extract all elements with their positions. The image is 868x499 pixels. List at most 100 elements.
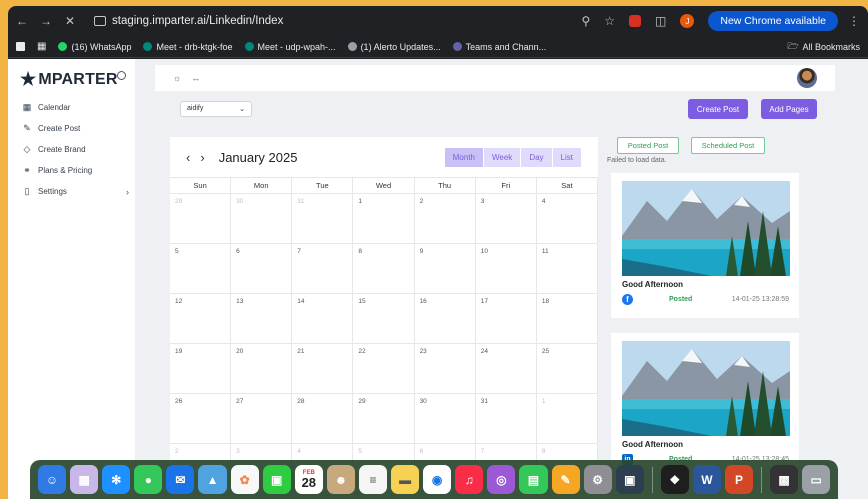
word-icon[interactable]: W [692,465,721,494]
add-pages-button[interactable]: Add Pages [761,99,817,119]
translate-icon[interactable]: ↔ [191,73,200,83]
profile-avatar[interactable]: J [680,14,695,28]
post-card[interactable]: Good Afternoon in Posted 14-01-25 13:28:… [611,333,799,473]
figma-icon[interactable]: ❖ [660,465,689,494]
sidebar-item-settings[interactable]: ▯ Settings › [22,181,129,202]
calendar-day[interactable]: 5 [170,244,232,293]
calendar-day[interactable]: 18 [537,294,598,343]
calendar-day[interactable]: 6 [231,244,293,293]
mail-icon[interactable]: ✉ [166,465,195,494]
app-logo[interactable]: ★ MPARTER [8,59,135,90]
prev-month-icon[interactable]: ‹ [186,150,190,165]
brand-select[interactable]: aidify ⌄ [180,101,252,117]
bookmark-whatsapp[interactable]: (16) WhatsApp [58,42,131,52]
calendar-day[interactable]: 21 [292,344,354,393]
reminders-icon[interactable]: ≡ [358,465,388,494]
calendar-day[interactable]: 15 [353,294,415,343]
calendar-day[interactable]: 16 [415,294,476,343]
pages-icon[interactable]: ✎ [551,465,580,494]
forward-icon[interactable]: → [38,14,54,28]
calendar-day[interactable]: 7 [292,244,354,293]
calendar-day[interactable]: 14 [292,294,354,343]
chrome-icon[interactable]: ◉ [423,465,452,494]
numbers-icon[interactable]: ▤ [519,465,548,494]
create-post-button[interactable]: Create Post [688,99,748,119]
tab-posted-post[interactable]: Posted Post [617,137,679,154]
calendar-day[interactable]: 27 [231,394,293,443]
contacts-icon[interactable]: ☻ [326,465,355,494]
calendar-day[interactable]: 22 [353,344,415,393]
view-month-button[interactable]: Month [444,147,484,167]
calendar-day[interactable]: 9 [415,244,476,293]
bookmark-meet-1[interactable]: Meet - drb-ktgk-foe [143,42,233,52]
tab-scheduled-post[interactable]: Scheduled Post [691,137,765,154]
calendar-app-icon[interactable]: FEB 28 [294,465,323,494]
sidebar-item-create-brand[interactable]: ◇ Create Brand [22,139,129,160]
safari-icon[interactable]: ✻ [102,465,131,494]
sidebar-item-calendar[interactable]: ▦ Calendar [22,97,129,118]
finder-icon[interactable]: ☺ [38,465,67,494]
photos-icon[interactable]: ✿ [230,465,259,494]
calendar-day[interactable]: 20 [231,344,293,393]
bookmark-teams[interactable]: Teams and Chann... [452,42,546,52]
calendar-day[interactable]: 3 [476,194,537,243]
all-bookmarks[interactable]: 🗁 All Bookmarks [787,39,860,55]
calendar-day[interactable]: 23 [415,344,476,393]
trash-icon[interactable]: ▭ [802,465,831,494]
messages-icon[interactable]: ● [134,465,163,494]
puzzle-icon[interactable]: ◫ [655,14,666,28]
calendar-day[interactable]: 30 [415,394,476,443]
calendar-day[interactable]: 8 [353,244,415,293]
theme-toggle-icon[interactable]: ☼ [173,73,181,83]
calendar-day[interactable]: 19 [170,344,232,393]
url-bar[interactable]: staging.imparter.ai/Linkedin/Index [86,10,573,32]
site-info-icon[interactable] [94,16,106,26]
sidebar-toggle-icon[interactable] [16,42,25,51]
preview-icon[interactable]: ▣ [615,465,644,494]
extension-icon[interactable] [629,15,642,27]
menu-icon[interactable]: ⋮ [846,14,862,28]
calendar-day[interactable]: 30 [231,194,293,243]
calendar-day[interactable]: 13 [231,294,293,343]
launchpad-icon[interactable]: ▦ [70,465,99,494]
notes-icon[interactable]: ▬ [391,465,420,494]
apps-icon[interactable]: ▦ [37,41,46,52]
close-load-icon[interactable]: ✕ [62,14,78,28]
calendar-day[interactable]: 24 [476,344,537,393]
calendar-day[interactable]: 12 [170,294,232,343]
podcasts-icon[interactable]: ◎ [487,465,516,494]
maps-icon[interactable]: ▲ [198,465,227,494]
settings-icon[interactable]: ⚙ [583,465,612,494]
sidebar-item-plans-pricing[interactable]: ⚭ Plans & Pricing [22,160,129,181]
calendar-day[interactable]: 28 [292,394,354,443]
calendar-day[interactable]: 26 [170,394,232,443]
next-month-icon[interactable]: › [200,150,204,165]
calendar-day[interactable]: 1 [537,394,598,443]
calendar-day[interactable]: 4 [537,194,598,243]
calendar-day[interactable]: 10 [476,244,537,293]
user-avatar[interactable] [797,68,817,88]
zoom-icon[interactable]: ⚲ [581,14,590,28]
calendar-day[interactable]: 31 [476,394,537,443]
sidebar-item-create-post[interactable]: ✎ Create Post [22,118,129,139]
bookmark-meet-2[interactable]: Meet - udp-wpah-... [244,42,336,52]
calendar-day[interactable]: 29 [170,194,232,243]
calendar-day[interactable]: 25 [537,344,598,393]
powerpoint-icon[interactable]: P [724,465,754,494]
sidebar-collapse-icon[interactable] [117,71,126,80]
back-icon[interactable]: ← [14,14,30,28]
calendar-day[interactable]: 2 [415,194,476,243]
view-list-button[interactable]: List [552,147,582,167]
calendar-day[interactable]: 11 [537,244,598,293]
music-icon[interactable]: ♫ [455,465,484,494]
new-chrome-button[interactable]: New Chrome available [708,11,838,31]
view-day-button[interactable]: Day [521,147,553,167]
calendar-day[interactable]: 31 [292,194,354,243]
facetime-icon[interactable]: ▣ [262,465,291,494]
calendar-day[interactable]: 17 [476,294,537,343]
calendar-day[interactable]: 29 [353,394,415,443]
calendar-day[interactable]: 1 [353,194,415,243]
screenshot-icon[interactable]: ▩ [770,465,799,494]
star-icon[interactable]: ☆ [604,14,615,28]
view-week-button[interactable]: Week [484,147,522,167]
